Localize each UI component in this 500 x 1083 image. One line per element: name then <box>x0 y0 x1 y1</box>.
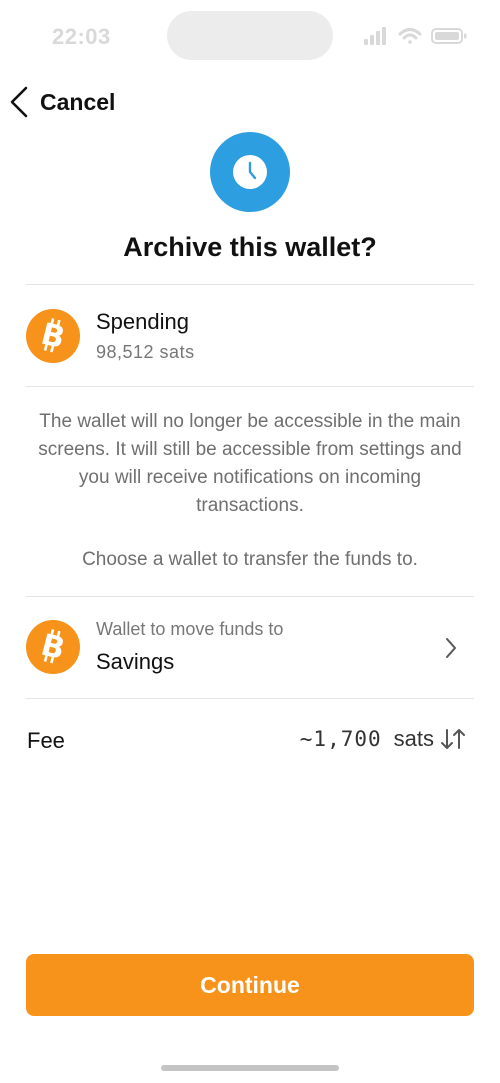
divider <box>26 284 474 285</box>
destination-wallet-name: Savings <box>96 649 175 674</box>
battery-icon <box>431 28 467 44</box>
archive-wallet-screen: 22:03 Cancel Archive this wallet? B Spen… <box>0 0 500 1083</box>
home-indicator <box>161 1065 339 1071</box>
divider <box>26 698 474 699</box>
status-time: 22:03 <box>52 24 111 49</box>
chevron-right-icon <box>444 636 458 665</box>
cancel-button[interactable]: Cancel <box>8 83 115 121</box>
swap-vertical-icon <box>434 727 466 751</box>
fee-label: Fee <box>27 728 65 753</box>
page-title: Archive this wallet? <box>123 232 377 262</box>
cancel-label: Cancel <box>40 88 116 115</box>
divider <box>26 596 474 597</box>
source-wallet-name: Spending <box>96 309 189 334</box>
continue-button[interactable]: Continue <box>26 954 474 1016</box>
wifi-icon <box>398 28 422 44</box>
destination-wallet-selector[interactable]: B Wallet to move funds to Savings <box>0 598 500 698</box>
destination-label: Wallet to move funds to <box>96 619 284 639</box>
fee-amount: ~1,700 <box>299 727 382 751</box>
status-icons <box>364 26 468 46</box>
dynamic-island <box>167 11 333 60</box>
fee-unit: sats <box>393 726 434 751</box>
signal-icon <box>364 27 386 45</box>
clock-icon <box>210 132 290 212</box>
divider <box>26 386 474 387</box>
chevron-left-icon <box>8 85 30 119</box>
transfer-instruction: Choose a wallet to transfer the funds to… <box>82 549 418 570</box>
source-wallet-balance: 98,512 sats <box>96 342 195 362</box>
fee-unit-toggle[interactable]: ~1,700 sats <box>300 726 466 752</box>
bitcoin-icon: B <box>26 309 80 363</box>
archive-description: The wallet will no longer be accessible … <box>38 411 462 516</box>
bitcoin-icon: B <box>26 620 80 674</box>
